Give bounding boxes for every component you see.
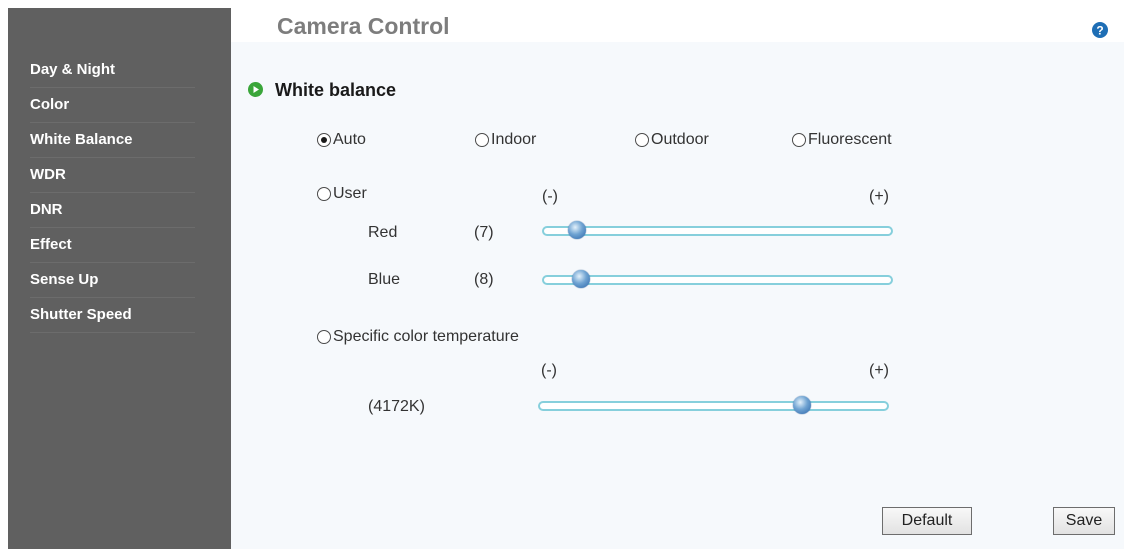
sidebar-item-wdr[interactable]: WDR [30, 157, 195, 193]
radio-auto-label: Auto [333, 131, 366, 148]
radio-indoor-label: Indoor [491, 131, 537, 148]
radio-outdoor[interactable]: Outdoor [635, 131, 709, 149]
help-icon[interactable]: ? [1092, 22, 1108, 38]
main-panel: White balance Auto Indoor Outdoor Fluore… [231, 42, 1124, 549]
radio-specific-temperature-label: Specific color temperature [333, 328, 519, 345]
red-label: Red [368, 224, 398, 241]
red-value: (7) [474, 224, 494, 241]
temperature-value: (4172K) [368, 398, 425, 415]
default-button[interactable]: Default [882, 507, 972, 535]
radio-specific-temperature-indicator[interactable] [317, 330, 331, 344]
temperature-minus-label: (-) [541, 362, 557, 379]
sidebar: Day & Night Color White Balance WDR DNR … [8, 8, 231, 549]
radio-specific-temperature[interactable]: Specific color temperature [317, 328, 519, 346]
blue-value: (8) [474, 271, 494, 288]
temperature-slider[interactable] [538, 396, 889, 414]
radio-auto-indicator[interactable] [317, 133, 331, 147]
section-title: White balance [275, 80, 397, 100]
blue-label: Blue [368, 271, 401, 288]
radio-fluorescent[interactable]: Fluorescent [792, 131, 892, 149]
radio-indoor[interactable]: Indoor [475, 131, 536, 149]
play-circle-icon [248, 82, 263, 97]
radio-user[interactable]: User [317, 185, 367, 203]
radio-fluorescent-indicator[interactable] [792, 133, 806, 147]
radio-fluorescent-label: Fluorescent [808, 131, 892, 148]
sidebar-item-white-balance[interactable]: White Balance [30, 122, 195, 158]
sidebar-item-shutter-speed[interactable]: Shutter Speed [30, 297, 195, 333]
radio-user-label: User [333, 185, 367, 202]
radio-auto[interactable]: Auto [317, 131, 366, 149]
red-slider[interactable] [542, 221, 893, 239]
temperature-plus-label: (+) [869, 362, 889, 379]
user-plus-label: (+) [869, 188, 889, 205]
user-minus-label: (-) [542, 188, 558, 205]
blue-slider[interactable] [542, 270, 893, 288]
temperature-slider-thumb[interactable] [793, 396, 812, 414]
sidebar-item-sense-up[interactable]: Sense Up [30, 262, 195, 298]
sidebar-item-day-night[interactable]: Day & Night [30, 52, 195, 88]
svg-text:?: ? [1096, 24, 1103, 38]
radio-user-indicator[interactable] [317, 187, 331, 201]
header: Camera Control ? [231, 8, 1124, 42]
radio-indoor-indicator[interactable] [475, 133, 489, 147]
red-slider-thumb[interactable] [568, 221, 587, 239]
sidebar-item-dnr[interactable]: DNR [30, 192, 195, 228]
save-button[interactable]: Save [1053, 507, 1115, 535]
radio-outdoor-label: Outdoor [651, 131, 709, 148]
sidebar-item-color[interactable]: Color [30, 87, 195, 123]
page-title: Camera Control [277, 13, 450, 39]
radio-outdoor-indicator[interactable] [635, 133, 649, 147]
blue-slider-thumb[interactable] [571, 270, 590, 288]
camera-control-page: Day & Night Color White Balance WDR DNR … [0, 0, 1131, 549]
sidebar-item-effect[interactable]: Effect [30, 227, 195, 263]
